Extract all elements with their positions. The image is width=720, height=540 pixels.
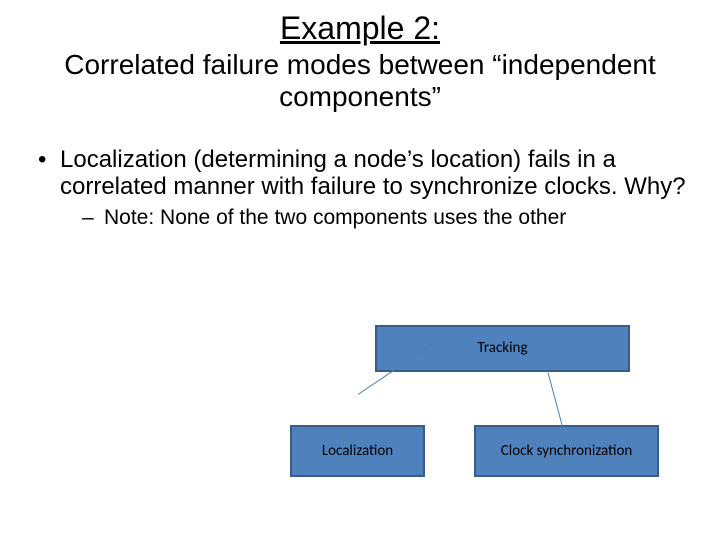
bullet-1: Localization (determining a node’s locat… <box>60 147 690 229</box>
slide-body: Localization (determining a node’s locat… <box>30 147 690 229</box>
diagram-connector-right <box>548 372 564 430</box>
bullet-1-text: Localization (determining a node’s locat… <box>60 146 686 199</box>
bullet-1-sub-1-text: Note: None of the two components uses th… <box>104 206 566 229</box>
diagram-box-clock-sync: Clock synchronization <box>474 425 659 477</box>
diagram-connector-left <box>358 344 433 395</box>
diagram-box-tracking: Tracking <box>375 325 630 372</box>
title-line-1: Example 2: <box>30 10 690 47</box>
diagram-box-tracking-label: Tracking <box>477 340 527 357</box>
slide: Example 2: Correlated failure modes betw… <box>0 0 720 540</box>
diagram-box-clock-sync-label: Clock synchronization <box>501 443 632 460</box>
title-line-2: Correlated failure modes between “indepe… <box>30 49 690 113</box>
diagram-box-localization-label: Localization <box>322 443 393 460</box>
bullet-1-sub-1: Note: None of the two components uses th… <box>104 206 690 229</box>
slide-title: Example 2: Correlated failure modes betw… <box>30 10 690 113</box>
diagram-box-localization: Localization <box>290 425 425 477</box>
